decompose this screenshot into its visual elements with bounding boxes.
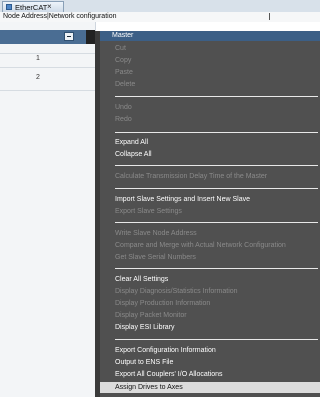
master-row[interactable] [0, 30, 95, 44]
menu-item-get-serial-numbers[interactable]: Get Slave Serial Numbers [115, 254, 196, 261]
node-address-2[interactable]: 2 [36, 74, 40, 81]
tab-ethercat[interactable]: EtherCAT × [2, 1, 64, 12]
menu-item-packet-monitor[interactable]: Display Packet Monitor [115, 312, 187, 319]
menu-item-esi-library[interactable]: Display ESI Library [115, 324, 175, 331]
menu-item-clear-all-settings[interactable]: Clear All Settings [115, 276, 168, 283]
row-divider [0, 53, 95, 54]
row-divider [0, 90, 95, 91]
row-divider [0, 67, 95, 68]
menu-item-paste[interactable]: Paste [115, 69, 133, 76]
menu-separator [115, 165, 318, 166]
master-device-icon [86, 30, 95, 44]
menu-separator [115, 339, 318, 340]
column-header: Node Address|Network configuration [3, 13, 117, 20]
node-address-1[interactable]: 1 [36, 55, 40, 62]
menu-item-label: Assign Drives to Axes [115, 384, 183, 391]
menu-item-copy[interactable]: Copy [115, 57, 131, 64]
menu-item-diagnosis-statistics[interactable]: Display Diagnosis/Statistics Information [115, 288, 238, 295]
menu-item-write-node-address[interactable]: Write Slave Node Address [115, 230, 197, 237]
menu-gutter [95, 31, 100, 397]
menu-separator [115, 188, 318, 189]
menu-item-compare-merge[interactable]: Compare and Merge with Actual Network Co… [115, 242, 286, 249]
menu-item-assign-drives[interactable]: Assign Drives to Axes [100, 382, 320, 393]
menu-item-calculate-delay[interactable]: Calculate Transmission Delay Time of the… [115, 173, 267, 180]
menu-item-collapse-all[interactable]: Collapse All [115, 151, 152, 158]
menu-item-export-slave-settings[interactable]: Export Slave Settings [115, 208, 182, 215]
menu-separator [115, 132, 318, 133]
menu-item-undo[interactable]: Undo [115, 104, 132, 111]
collapse-icon[interactable] [64, 32, 74, 41]
menu-separator [115, 96, 318, 97]
menu-item-production-information[interactable]: Display Production Information [115, 300, 210, 307]
menu-item-output-ens-file[interactable]: Output to ENS File [115, 359, 173, 366]
menu-item-export-couplers-io[interactable]: Export All Couplers' I/O Allocations [115, 371, 223, 378]
tab-label: EtherCAT [15, 3, 48, 12]
menu-item-export-configuration[interactable]: Export Configuration Information [115, 347, 216, 354]
menu-title: Master [112, 32, 134, 39]
close-icon[interactable]: × [47, 2, 52, 11]
menu-title-item: Master [100, 31, 320, 41]
column-separator[interactable] [269, 13, 270, 20]
node-address-column [0, 22, 96, 397]
menu-item-expand-all[interactable]: Expand All [115, 139, 148, 146]
menu-separator [115, 268, 318, 269]
ethercat-icon [6, 4, 12, 10]
menu-item-delete[interactable]: Delete [115, 81, 135, 88]
menu-item-redo[interactable]: Redo [115, 116, 132, 123]
menu-item-cut[interactable]: Cut [115, 45, 126, 52]
menu-item-import-slave-settings[interactable]: Import Slave Settings and Insert New Sla… [115, 196, 250, 203]
menu-separator [115, 222, 318, 223]
